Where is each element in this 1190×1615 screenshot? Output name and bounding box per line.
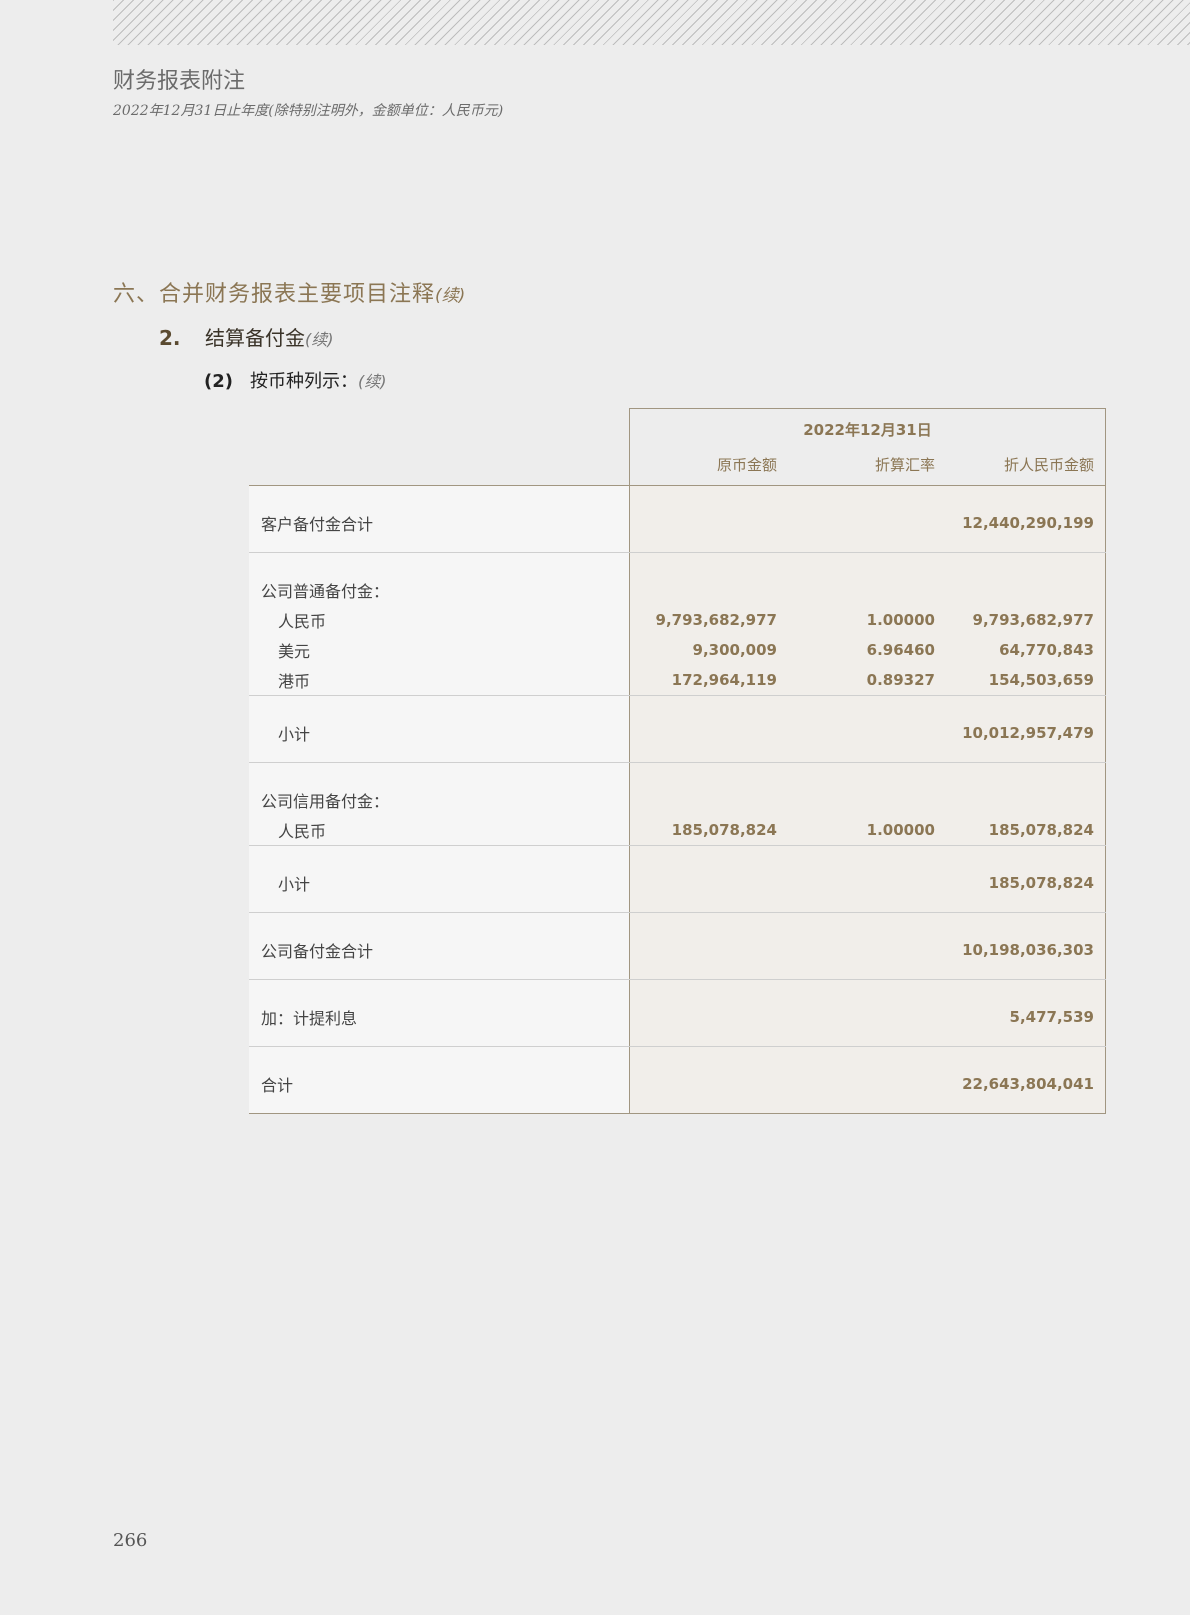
table-row-group: 加：计提利息 5,477,539 <box>249 980 1106 1047</box>
table-row-group: 合计 22,643,804,041 <box>249 1047 1106 1114</box>
subsection-title: 2. 结算备付金 (续) <box>159 322 334 351</box>
exchange-rate: 1.00000 <box>866 611 935 629</box>
exchange-rate-header: 折算汇率 <box>874 456 935 474</box>
page-number: 266 <box>113 1530 148 1551</box>
table-row-group: 客户备付金合计 12,440,290,199 <box>249 486 1106 553</box>
section-continued: (续) <box>435 286 466 306</box>
subsection-number: 2. <box>159 326 181 350</box>
original-amount: 9,793,682,977 <box>655 611 777 629</box>
table-header-box: 2022年12月31日 原币金额 折算汇率 折人民币金额 <box>629 408 1106 485</box>
row-label: 小计 <box>278 875 311 894</box>
original-amount-header: 原币金额 <box>716 456 777 474</box>
rmb-amount: 5,477,539 <box>1009 1008 1094 1026</box>
subsection-title-text: 结算备付金 <box>205 326 305 350</box>
section-title: 六、合并财务报表主要项目注释(续) <box>113 276 465 308</box>
original-amount: 185,078,824 <box>671 821 777 839</box>
settlement-reserve-table: 2022年12月31日 原币金额 折算汇率 折人民币金额 客户备付金合计 12,… <box>249 408 1106 1114</box>
exchange-rate: 1.00000 <box>866 821 935 839</box>
row-heading: 公司信用备付金： <box>261 792 390 811</box>
table-header: 2022年12月31日 原币金额 折算汇率 折人民币金额 <box>249 408 1106 486</box>
subsubsection-number: (2) <box>204 371 233 392</box>
rmb-amount: 154,503,659 <box>988 671 1094 689</box>
table-row-group: 公司信用备付金： 人民币 185,078,824 1.00000 185,078… <box>249 763 1106 846</box>
row-label: 小计 <box>278 725 311 744</box>
rmb-amount: 9,793,682,977 <box>972 611 1094 629</box>
rmb-amount: 22,643,804,041 <box>962 1075 1094 1093</box>
exchange-rate: 6.96460 <box>866 641 935 659</box>
subsubsection-title: (2) 按币种列示： (续) <box>204 367 387 393</box>
row-label: 港币 <box>278 672 311 691</box>
row-label: 合计 <box>261 1076 294 1095</box>
subsubsection-title-text: 按币种列示： <box>250 371 358 392</box>
row-label: 人民币 <box>278 822 327 841</box>
table-row-group: 公司普通备付金： 人民币 美元 港币 9,793,682,977 1.00000… <box>249 553 1106 696</box>
row-label: 美元 <box>278 642 311 661</box>
table-row-group: 公司备付金合计 10,198,036,303 <box>249 913 1106 980</box>
section-title-text: 六、合并财务报表主要项目注释 <box>113 282 436 307</box>
header-title: 财务报表附注 <box>113 69 246 94</box>
table-row-group: 小计 10,012,957,479 <box>249 696 1106 763</box>
rmb-amount: 12,440,290,199 <box>962 514 1094 532</box>
rmb-amount-header: 折人民币金额 <box>1003 456 1094 474</box>
original-amount: 9,300,009 <box>692 641 777 659</box>
subsection-continued: (续) <box>305 330 334 349</box>
row-heading: 公司普通备付金： <box>261 582 390 601</box>
rmb-amount: 185,078,824 <box>988 821 1094 839</box>
header-hatch-band <box>113 0 1190 45</box>
date-column-header: 2022年12月31日 <box>803 421 932 439</box>
row-label: 加：计提利息 <box>261 1009 358 1028</box>
row-label: 客户备付金合计 <box>261 515 374 534</box>
table-row-group: 小计 185,078,824 <box>249 846 1106 913</box>
row-label: 公司备付金合计 <box>261 942 374 961</box>
rmb-amount: 185,078,824 <box>988 874 1094 892</box>
header-subtitle: 2022年12月31日止年度(除特别注明外，金额单位：人民币元) <box>113 103 504 119</box>
original-amount: 172,964,119 <box>671 671 777 689</box>
rmb-amount: 10,012,957,479 <box>962 724 1094 742</box>
exchange-rate: 0.89327 <box>866 671 935 689</box>
rmb-amount: 64,770,843 <box>999 641 1094 659</box>
row-label: 人民币 <box>278 612 327 631</box>
subsubsection-continued: (续) <box>358 372 387 391</box>
rmb-amount: 10,198,036,303 <box>962 941 1094 959</box>
